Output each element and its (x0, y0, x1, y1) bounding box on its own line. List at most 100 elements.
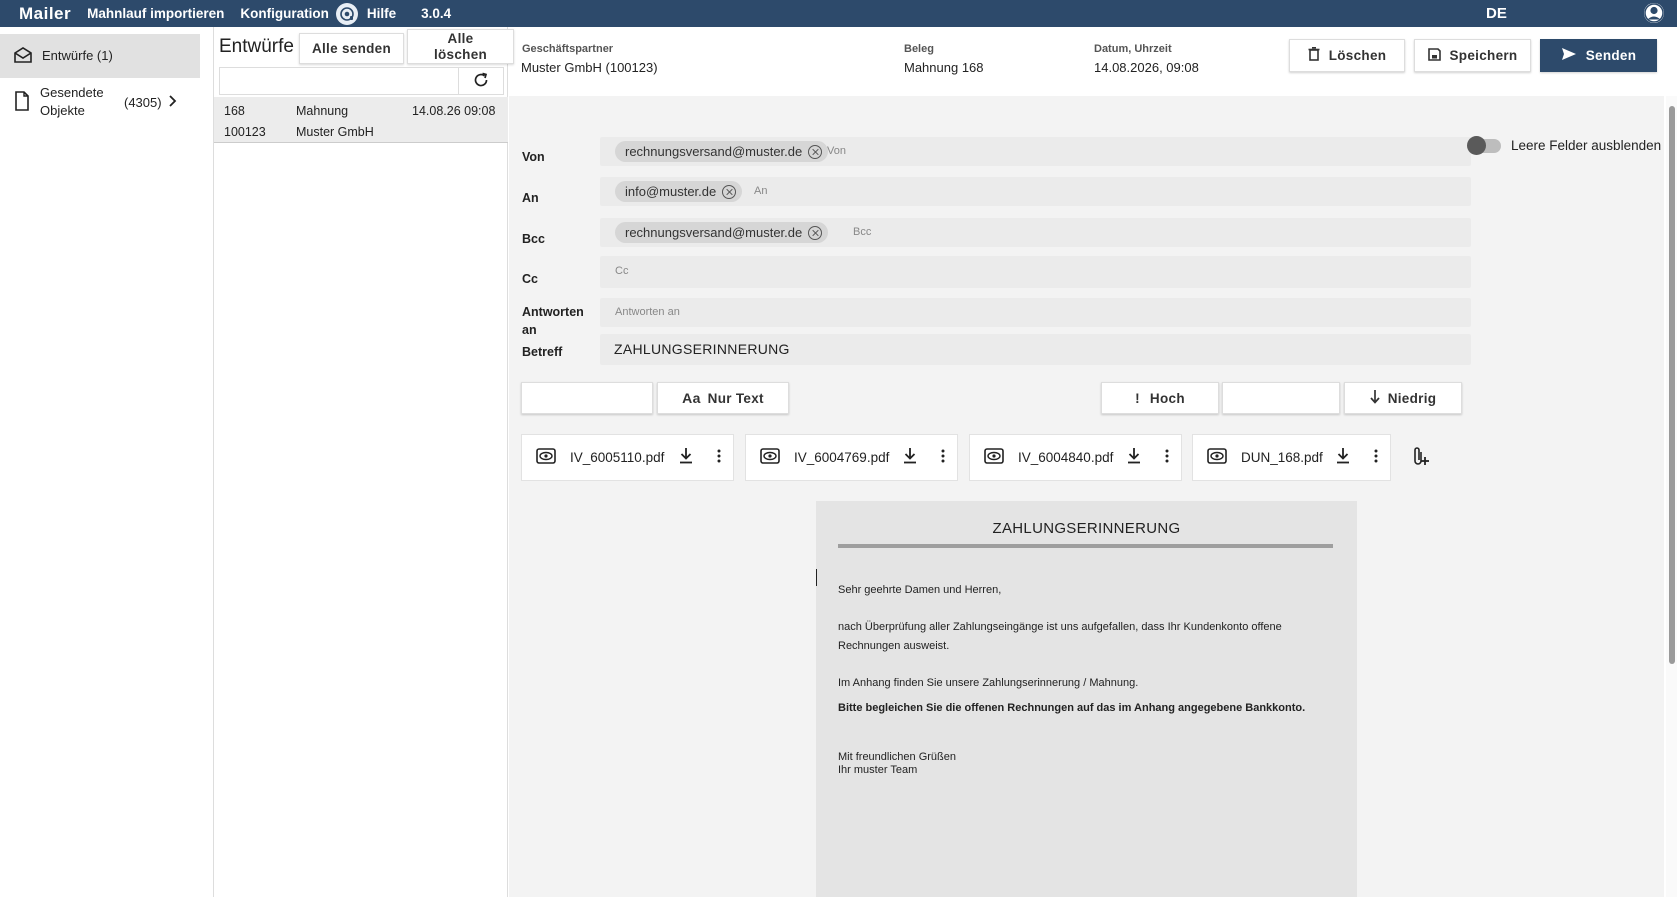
envelope-open-icon (13, 46, 33, 67)
compose-area: Von rechnungsversand@muster.de Von Leere… (509, 96, 1664, 897)
more-vert-icon[interactable] (717, 449, 721, 466)
user-account-icon[interactable] (1643, 2, 1665, 24)
save-icon (1427, 47, 1450, 64)
reply-to-label-line2: an (522, 323, 537, 338)
format-text-label: Nur Text (707, 390, 764, 406)
app-brand[interactable]: Mailer (19, 4, 71, 24)
from-label: Von (522, 150, 545, 164)
cc-label: Cc (522, 272, 538, 286)
from-placeholder: Von (827, 145, 846, 157)
trash-icon (1308, 47, 1329, 64)
language-switch[interactable]: DE (1486, 5, 1507, 22)
priority-high-button[interactable]: ! Hoch (1101, 382, 1219, 414)
send-button[interactable]: Senden (1540, 39, 1657, 72)
attachment-name: DUN_168.pdf (1241, 450, 1323, 465)
to-placeholder: An (754, 185, 768, 197)
nav-sent-items[interactable]: Gesendete Objekte (4305) (0, 80, 200, 124)
document-label: Beleg (904, 43, 934, 55)
cc-field[interactable]: Cc (600, 256, 1471, 288)
nav-drafts[interactable]: Entwürfe (1) (0, 34, 200, 78)
hide-empty-toggle[interactable]: Leere Felder ausblenden (1467, 135, 1661, 155)
download-icon[interactable] (903, 448, 917, 467)
cc-placeholder: Cc (615, 265, 629, 277)
priority-normal-button[interactable]: Normal (1222, 382, 1340, 414)
attachment-item[interactable]: IV_6004769.pdf (745, 434, 958, 481)
remove-chip-icon[interactable] (808, 144, 823, 159)
attachment-item[interactable]: DUN_168.pdf (1192, 434, 1391, 481)
draft-search-input[interactable] (219, 67, 460, 95)
preview-eye-icon[interactable] (536, 448, 556, 467)
to-chip-text: info@muster.de (625, 184, 717, 199)
format-html-button[interactable]: HTML (521, 382, 653, 414)
menu-hilfe[interactable]: Hilfe (367, 6, 396, 21)
draft-date: 14.08.26 09:08 (412, 104, 496, 118)
preview-paragraph: Im Anhang finden Sie unsere Zahlungserin… (838, 677, 1139, 689)
nav-sent-label-line1: Gesendete (40, 85, 104, 101)
text-cursor (816, 569, 817, 586)
send-button-label: Senden (1585, 48, 1637, 63)
text-format-icon: Aa (682, 390, 701, 406)
download-icon[interactable] (1336, 448, 1350, 467)
refresh-button[interactable] (458, 67, 504, 95)
email-preview[interactable]: ZAHLUNGSERINNERUNG Sehr geehrte Damen un… (816, 501, 1357, 897)
bcc-chip[interactable]: rechnungsversand@muster.de (615, 222, 829, 243)
more-vert-icon[interactable] (1374, 449, 1378, 466)
from-field[interactable]: rechnungsversand@muster.de Von (600, 137, 1471, 166)
bcc-field[interactable]: rechnungsversand@muster.de Bcc (600, 218, 1471, 247)
from-chip-text: rechnungsversand@muster.de (625, 144, 803, 159)
exclamation-icon: ! (1135, 390, 1140, 406)
subject-value: ZAHLUNGSERINNERUNG (614, 341, 790, 357)
refresh-icon (473, 72, 489, 91)
chevron-right-icon[interactable] (168, 94, 178, 111)
attachment-item[interactable]: IV_6004840.pdf (969, 434, 1182, 481)
draft-row[interactable]: 168 Mahnung 14.08.26 09:08 100123 Muster… (214, 97, 508, 143)
support-icon[interactable] (335, 2, 358, 25)
more-vert-icon[interactable] (1165, 449, 1169, 466)
nav-sent-label: Gesendete Objekte (40, 84, 104, 119)
preview-divider (838, 544, 1333, 548)
add-attachment-icon[interactable] (1412, 446, 1430, 469)
priority-low-button[interactable]: Niedrig (1344, 382, 1462, 414)
draft-list-title: Entwürfe (219, 36, 294, 57)
download-icon[interactable] (679, 448, 693, 467)
bcc-placeholder: Bcc (853, 226, 872, 238)
format-text-button[interactable]: Aa Nur Text (657, 382, 789, 414)
save-button[interactable]: Speichern (1414, 39, 1531, 72)
scrollbar-thumb[interactable] (1669, 106, 1675, 664)
draft-partner: Muster GmbH (296, 125, 374, 139)
preview-closing-line2: Ihr muster Team (838, 763, 918, 776)
preview-closing-line1: Mit freundlichen Grüßen (838, 751, 956, 763)
more-vert-icon[interactable] (941, 449, 945, 466)
delete-all-line1: Alle (447, 31, 474, 46)
compose-scrollbar[interactable] (1666, 96, 1677, 897)
to-chip[interactable]: info@muster.de (615, 181, 743, 202)
menu-mahnlauf-importieren[interactable]: Mahnlauf importieren (87, 6, 224, 21)
subject-label: Betreff (522, 345, 563, 359)
draft-partner-id: 100123 (224, 125, 266, 139)
remove-chip-icon[interactable] (722, 184, 737, 199)
draft-number: 168 (224, 104, 245, 118)
send-icon (1561, 47, 1586, 64)
delete-button[interactable]: Löschen (1289, 39, 1405, 72)
left-navigation: Entwürfe (1) Gesendete Objekte (4305) (0, 27, 214, 897)
priority-high-label: Hoch (1149, 390, 1185, 406)
to-field[interactable]: info@muster.de An (600, 177, 1471, 206)
preview-paragraph: nach Überprüfung aller Zahlungseingänge … (838, 621, 1282, 652)
remove-chip-icon[interactable] (808, 225, 823, 240)
preview-eye-icon[interactable] (984, 448, 1004, 467)
priority-normal-label: Normal (1266, 390, 1316, 406)
delete-all-button[interactable]: Alle löschen (407, 29, 514, 64)
toggle-knob (1467, 135, 1486, 155)
from-chip[interactable]: rechnungsversand@muster.de (615, 141, 829, 162)
preview-eye-icon[interactable] (760, 448, 780, 467)
to-label: An (522, 191, 539, 205)
reply-to-field[interactable]: Antworten an (600, 298, 1471, 327)
subject-field[interactable]: ZAHLUNGSERINNERUNG (600, 334, 1471, 365)
toggle-switch[interactable] (1467, 135, 1501, 155)
preview-eye-icon[interactable] (1207, 448, 1227, 467)
attachment-name: IV_6004769.pdf (794, 450, 890, 465)
menu-konfiguration[interactable]: Konfiguration (240, 6, 328, 21)
download-icon[interactable] (1127, 448, 1141, 467)
attachment-item[interactable]: IV_6005110.pdf (521, 434, 734, 481)
send-all-button[interactable]: Alle senden (299, 33, 404, 64)
